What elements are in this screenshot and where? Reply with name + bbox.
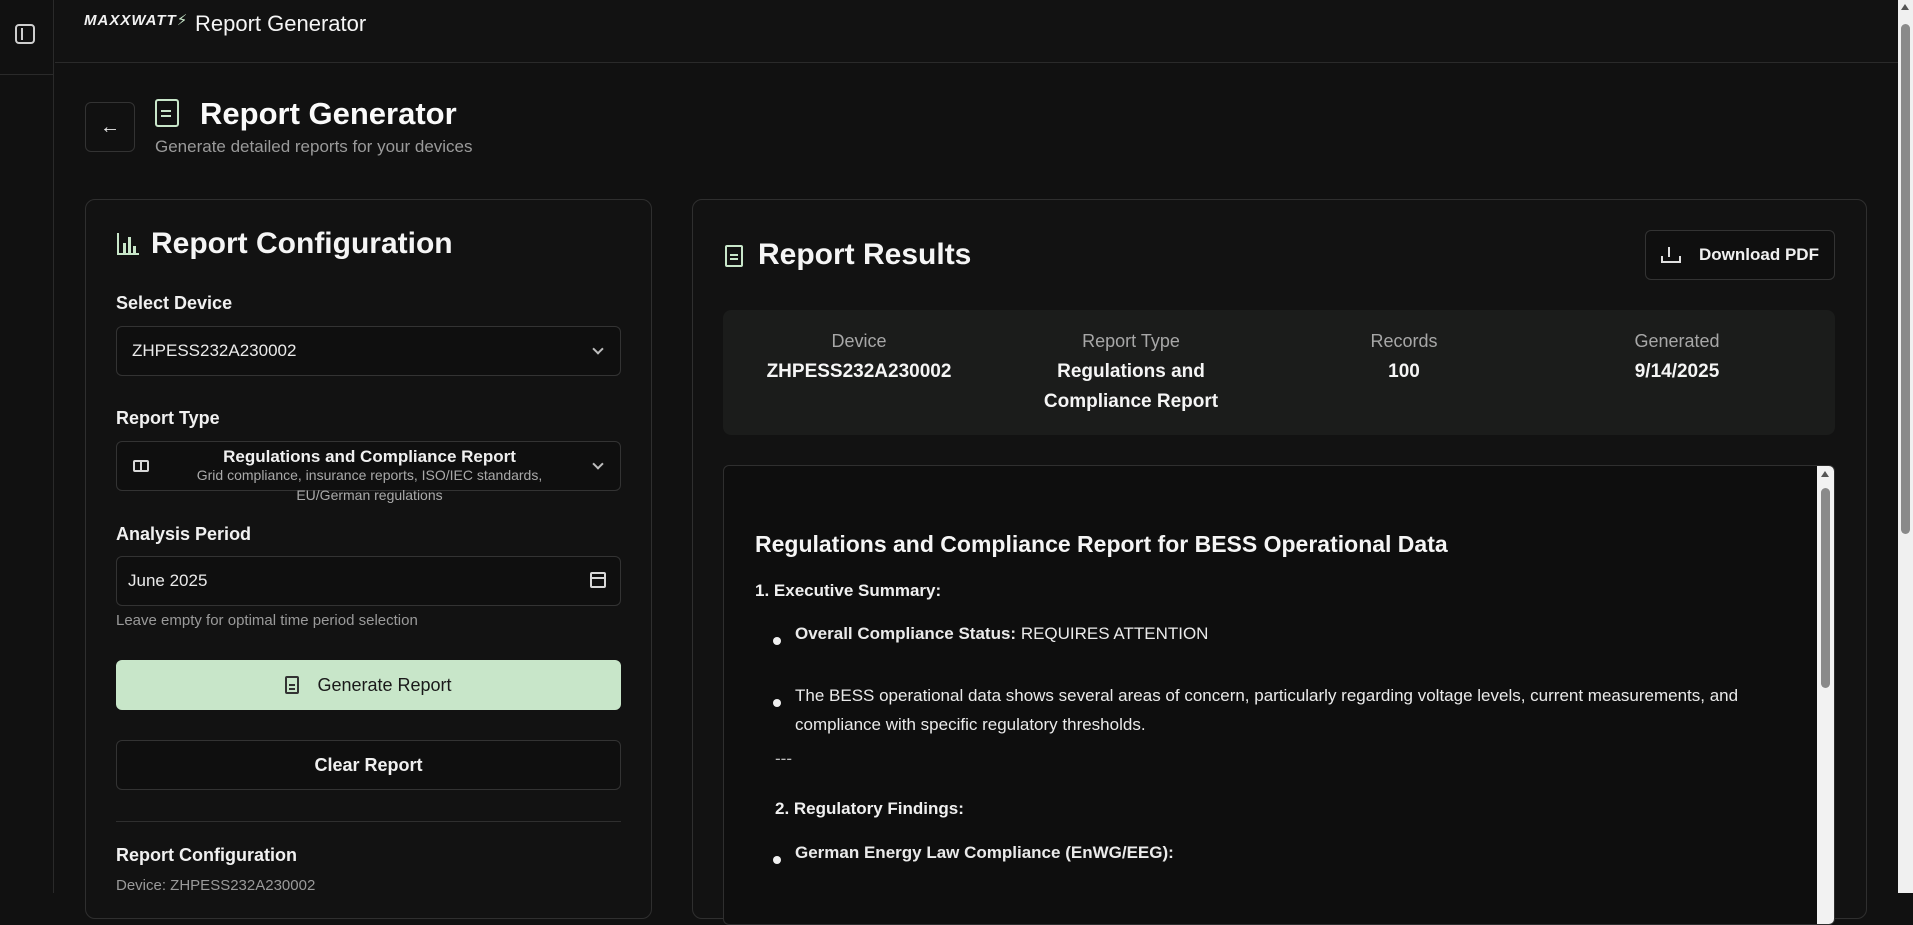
side-rail (0, 0, 54, 893)
stat-label: Device (831, 331, 887, 351)
device-label: Select Device (116, 293, 233, 313)
stat-value: ZHPESS232A230002 (766, 361, 952, 382)
stat-value: Regulations and Compliance Report (1043, 361, 1219, 412)
report-heading: Regulations and Compliance Report for BE… (755, 531, 1448, 557)
calendar-icon[interactable] (590, 572, 606, 588)
summary-title: Report Configuration (116, 845, 297, 865)
report-hr: --- (775, 749, 792, 768)
stat-value: 100 (1388, 361, 1420, 382)
stat-label: Records (1370, 331, 1438, 351)
page-scroll-thumb[interactable] (1901, 24, 1910, 534)
page-subtitle: Generate detailed reports for your devic… (155, 137, 473, 156)
clear-report-button[interactable]: Clear Report (116, 740, 621, 790)
back-button[interactable]: ← (85, 102, 135, 152)
page-scrollbar[interactable] (1898, 0, 1913, 893)
brand-logo[interactable]: MAXXWATT⚡ (84, 11, 188, 29)
download-pdf-label: Download PDF (1699, 245, 1819, 264)
report-section-heading: 1. Executive Summary: (755, 581, 942, 600)
report-stats: Device ZHPESS232A230002 Report Type Regu… (723, 310, 1835, 435)
stat-label: Generated (1634, 331, 1720, 351)
rail-divider (0, 74, 54, 75)
arrow-left-icon: ← (100, 115, 120, 138)
bullet-icon (773, 637, 781, 645)
document-icon (725, 245, 743, 267)
sidebar-toggle-icon[interactable] (15, 24, 35, 44)
stat-label: Report Type (1082, 331, 1180, 351)
config-title: Report Configuration (151, 227, 453, 260)
report-type-select[interactable]: Regulations and Compliance Report Grid c… (116, 441, 621, 503)
scroll-up-icon[interactable] (1821, 471, 1829, 477)
period-input[interactable]: June 2025 (116, 556, 621, 606)
stat-generated: Generated 9/14/2025 (1541, 331, 1813, 387)
bar-chart-icon (117, 233, 139, 255)
download-icon (1661, 247, 1682, 263)
document-icon (155, 99, 179, 127)
config-divider (116, 821, 621, 822)
stat-value: 9/14/2025 (1634, 361, 1720, 382)
stat-device: Device ZHPESS232A230002 (723, 331, 995, 387)
page-title: Report Generator (200, 96, 457, 131)
report-bullet: The BESS operational data shows several … (795, 686, 1739, 734)
bullet-icon (773, 856, 781, 864)
device-select[interactable]: ZHPESS232A230002 (116, 326, 621, 376)
top-bar: MAXXWATT⚡ Report Generator (55, 0, 1898, 63)
report-scrollbar[interactable] (1817, 466, 1834, 924)
generate-report-label: Generate Report (317, 674, 452, 695)
report-bullet: Overall Compliance Status: REQUIRES ATTE… (795, 624, 1209, 643)
period-value: June 2025 (128, 571, 208, 590)
report-content[interactable]: Regulations and Compliance Report for BE… (723, 465, 1835, 925)
report-type-description: Grid compliance, insurance reports, ISO/… (196, 467, 543, 503)
stat-report-type: Report Type Regulations and Compliance R… (995, 331, 1267, 417)
report-type-label: Report Type (116, 408, 220, 428)
scroll-up-icon[interactable] (1901, 4, 1909, 10)
chevron-down-icon (592, 343, 604, 355)
generate-report-button[interactable]: Generate Report (116, 660, 621, 710)
report-section-heading: 2. Regulatory Findings: (775, 799, 964, 818)
document-icon (285, 676, 300, 694)
app-title: Report Generator (195, 11, 367, 36)
period-hint: Leave empty for optimal time period sele… (116, 612, 418, 629)
period-label: Analysis Period (116, 524, 252, 544)
results-title: Report Results (758, 238, 972, 271)
stat-records: Records 100 (1268, 331, 1540, 387)
report-bullet: German Energy Law Compliance (EnWG/EEG): (795, 843, 1174, 862)
report-scroll-thumb[interactable] (1821, 488, 1830, 688)
summary-device: Device: ZHPESS232A230002 (116, 877, 316, 894)
bullet-icon (773, 699, 781, 707)
device-select-value: ZHPESS232A230002 (132, 341, 297, 360)
download-pdf-button[interactable]: Download PDF (1645, 230, 1835, 280)
report-type-value: Regulations and Compliance Report (223, 447, 516, 466)
